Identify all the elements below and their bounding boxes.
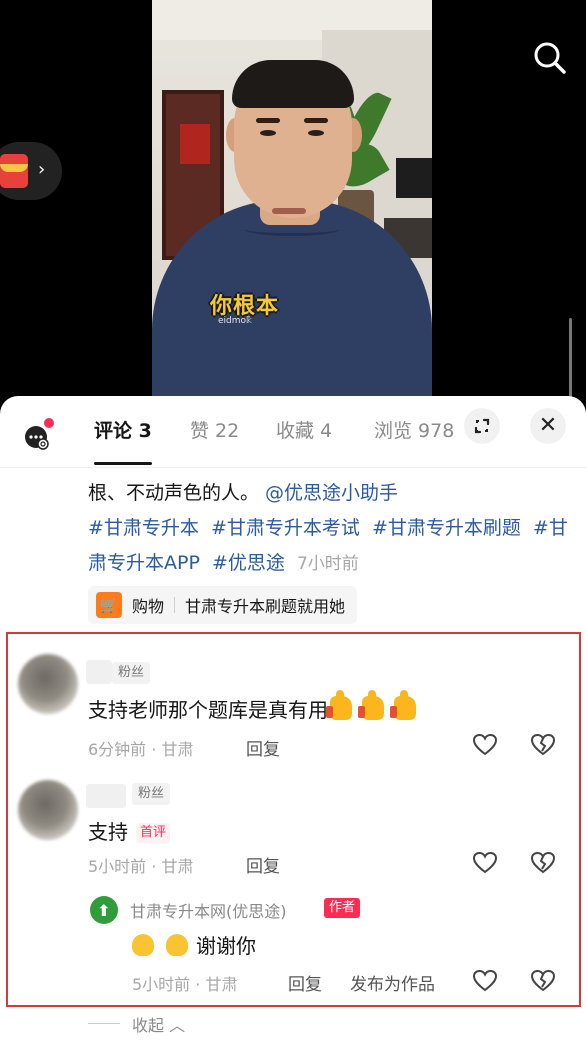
comment-meta: 6分钟前 · 甘肃: [88, 740, 194, 759]
reply-text: 谢谢你: [132, 930, 256, 959]
thumbs-up-emoji-icon: [358, 690, 384, 720]
reply-time: 5小时前: [132, 975, 191, 994]
tab-likes[interactable]: 赞 22: [190, 416, 239, 443]
comment-location: 甘肃: [161, 857, 194, 876]
first-comment-badge: 首评: [136, 823, 171, 843]
shop-link[interactable]: 🛒 购物 甘肃专升本刷题就用她: [88, 586, 358, 624]
chevron-up-icon: ︿: [169, 1016, 186, 1035]
username-blurred[interactable]: [86, 660, 112, 684]
person-brow: [256, 118, 280, 123]
comment-sheet: 评论 3 赞 22 收藏 4 浏览 978 ✕ 根、不动声色的人。 @优思途小助手…: [0, 396, 586, 1052]
tab-active-underline: [94, 462, 152, 465]
author-avatar[interactable]: ⬆: [90, 896, 118, 924]
clapping-hands-emoji-icon: [132, 934, 154, 956]
mention-link[interactable]: @优思途小助手: [265, 482, 398, 504]
reply-text-content: 谢谢你: [196, 934, 256, 958]
collapse-label: 收起: [132, 1016, 165, 1035]
expand-icon: [474, 418, 490, 434]
avatar[interactable]: [18, 654, 78, 714]
hashtag-link[interactable]: #优思途: [212, 552, 285, 574]
collapse-button[interactable]: 收起 ︿: [132, 1012, 185, 1036]
video-scroll-indicator: [569, 318, 572, 398]
dislike-icon[interactable]: [530, 968, 556, 994]
comment-text: 支持老师那个题库是真有用: [88, 690, 416, 723]
video-description: 根、不动声色的人。 @优思途小助手 #甘肃专升本 #甘肃专升本考试 #甘肃专升本刷…: [88, 476, 568, 582]
red-packet-widget[interactable]: ›: [0, 142, 62, 200]
author-badge: 作者: [324, 898, 361, 918]
comment-time: 5小时前: [88, 857, 147, 876]
hashtag-link[interactable]: #甘肃专升本刷题: [372, 517, 521, 539]
chat-icon[interactable]: [24, 424, 50, 450]
heart-icon[interactable]: [472, 968, 498, 994]
person-eye: [308, 130, 324, 136]
person-mouth: [272, 208, 306, 214]
video-frame: [152, 0, 432, 400]
fan-badge: 粉丝: [132, 783, 171, 805]
heart-icon[interactable]: [472, 732, 498, 758]
clapping-hands-emoji-icon: [166, 934, 188, 956]
username-blurred[interactable]: [86, 784, 126, 808]
shop-label: 购物: [132, 597, 165, 616]
reply-button[interactable]: 回复: [246, 735, 280, 760]
dislike-icon[interactable]: [530, 850, 556, 876]
red-packet-icon: [0, 154, 28, 188]
comment-time: 6分钟前: [88, 740, 147, 759]
video-monitor: [396, 158, 432, 198]
chevron-right-icon: ›: [38, 159, 46, 180]
comment-text-content: 支持老师那个题库是真有用: [88, 698, 328, 722]
close-button[interactable]: ✕: [530, 408, 566, 444]
comment-text: 支持 首评: [88, 816, 171, 845]
hashtag-link[interactable]: #甘肃专升本: [88, 517, 199, 539]
post-time: 7小时前: [296, 554, 359, 574]
shirt-badge-text: eidmo𝕜̀: [218, 316, 252, 326]
tab-views-clip: 浏览 978: [370, 406, 464, 450]
author-name[interactable]: 甘肃专升本网(优思途): [130, 898, 287, 922]
video-player[interactable]: 你根本 eidmo𝕜̀ ›: [0, 0, 586, 400]
publish-as-work-button[interactable]: 发布为作品: [350, 970, 435, 995]
reply-button[interactable]: 回复: [288, 970, 322, 995]
person-brow: [304, 118, 328, 123]
tab-favorites[interactable]: 收藏 4: [276, 416, 332, 443]
reply-meta: 5小时前 · 甘肃: [132, 975, 238, 994]
person-collar: [244, 222, 340, 236]
search-icon[interactable]: [530, 38, 570, 78]
avatar[interactable]: [18, 780, 78, 840]
person-hair: [232, 60, 354, 108]
comment-location: 甘肃: [161, 740, 194, 759]
expand-button[interactable]: [464, 408, 500, 444]
heart-icon[interactable]: [472, 850, 498, 876]
comment-text-content: 支持: [88, 820, 128, 844]
reply-button[interactable]: 回复: [246, 852, 280, 877]
cart-icon: 🛒: [96, 592, 122, 618]
tab-views[interactable]: 浏览 978: [374, 416, 454, 443]
hashtag-link[interactable]: #甘肃专升本考试: [211, 517, 360, 539]
thumbs-up-emoji-icon: [326, 690, 352, 720]
comment-meta: 5小时前 · 甘肃: [88, 857, 194, 876]
dislike-icon[interactable]: [530, 732, 556, 758]
notification-dot: [44, 418, 54, 428]
thumbs-up-emoji-icon: [390, 690, 416, 720]
description-text: 根、不动声色的人。: [88, 482, 260, 504]
reply-location: 甘肃: [205, 975, 238, 994]
sheet-tab-bar: 评论 3 赞 22 收藏 4 浏览 978 ✕: [0, 396, 586, 468]
door-decoration: [180, 124, 210, 164]
fan-badge: 粉丝: [112, 662, 151, 684]
person-eye: [260, 130, 276, 136]
shop-title: 甘肃专升本刷题就用她: [185, 597, 346, 616]
collapse-divider: [88, 1023, 120, 1024]
tab-comments[interactable]: 评论 3: [94, 416, 152, 443]
shop-divider: [174, 597, 176, 613]
